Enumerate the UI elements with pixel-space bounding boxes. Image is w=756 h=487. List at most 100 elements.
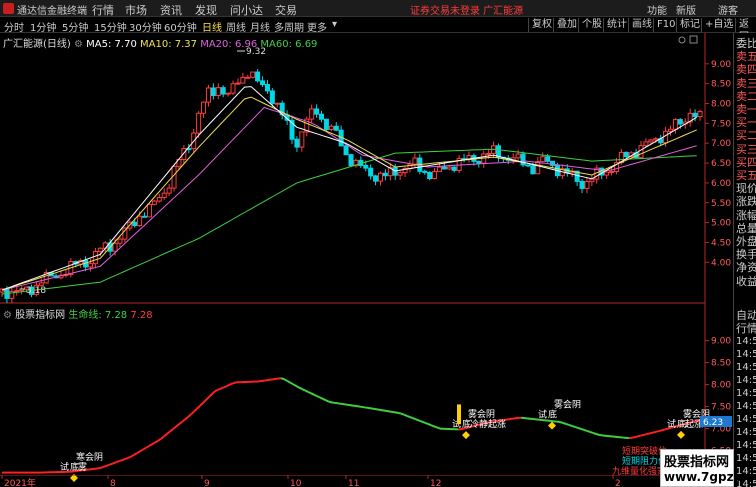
candle-body (269, 90, 275, 104)
new-version-link[interactable]: 新版 (676, 2, 696, 17)
life-line-segment (220, 386, 225, 390)
menu-discover[interactable]: 发现 (195, 2, 217, 18)
price-axis-label: 5.00 (711, 219, 731, 229)
life-line-segment (118, 459, 123, 463)
candle-body (540, 156, 546, 163)
life-line-segment (433, 425, 438, 429)
indicator-axis-label: 7.50 (711, 403, 731, 413)
adjust-price-button[interactable]: 复权 (528, 18, 552, 32)
menu-quotes[interactable]: 行情 (92, 2, 114, 18)
candle-body (643, 141, 649, 147)
period-tab[interactable]: 5分钟 (62, 19, 88, 34)
draw-line-button[interactable]: 画线 (628, 18, 652, 32)
life-line-segment (97, 466, 102, 470)
candle-body (584, 180, 590, 189)
back-button[interactable]: 返回 (735, 18, 756, 43)
app-logo-icon (3, 3, 14, 14)
signal-test: 试 (538, 409, 547, 421)
x-axis-ticks: 2021年 8 9 10 11 12 2 (1, 475, 621, 487)
overlay-button[interactable]: 叠加 (553, 18, 577, 32)
period-tab-more[interactable]: 更多 (307, 19, 327, 34)
watermark-url: www.7gpzb.com (664, 470, 756, 484)
life-line-segment (304, 389, 309, 393)
login-notice: 证券交易未登录 广汇能源 (410, 6, 524, 17)
quote-label: 委比 (736, 37, 756, 50)
life-line-segment (592, 431, 597, 435)
candle-body (407, 163, 413, 169)
stock-button[interactable]: 个股 (578, 18, 602, 32)
period-tab[interactable]: 多周期 (274, 19, 304, 34)
life-line-segment (106, 463, 111, 467)
menu-ask-xiaoda[interactable]: 问小达 (230, 2, 263, 18)
menu-market[interactable]: 市场 (125, 2, 147, 18)
candle-body (432, 171, 438, 180)
period-tab[interactable]: 1分钟 (30, 19, 56, 34)
period-tab[interactable]: 月线 (250, 19, 270, 34)
period-tab[interactable]: 分时 (4, 19, 24, 34)
candle-body (638, 145, 644, 159)
guest-account[interactable]: 游客 (718, 2, 738, 17)
pane-settings-icon[interactable]: ⚙ (3, 310, 12, 321)
period-tab[interactable]: 15分钟 (94, 19, 127, 34)
quote-label: 卖一 (736, 103, 756, 116)
menu-trade[interactable]: 交易 (275, 2, 297, 18)
candle-body (653, 138, 659, 141)
quote-label: 现价 (736, 182, 756, 196)
candle-body (274, 102, 280, 105)
life-line-segment (280, 377, 285, 381)
app-name: 通达信金融终端 (17, 6, 87, 17)
candle-body (486, 152, 492, 155)
signal-bar (457, 404, 461, 425)
indicator-axis-label: 9.00 (711, 337, 731, 347)
candle-body (545, 156, 551, 162)
candle-body (530, 165, 536, 175)
life-line-segment (571, 425, 576, 428)
stock-title: 广汇能源(日线) (3, 39, 71, 50)
trade-header[interactable]: 自动 (736, 309, 756, 322)
candle-body (132, 221, 138, 227)
chevron-down-icon[interactable]: ▾ (332, 19, 337, 30)
candle-body (328, 125, 334, 130)
life-line-value: 7.28 (104, 310, 128, 321)
life-line-segment (574, 426, 579, 429)
candle-body (235, 82, 241, 85)
period-tab-active[interactable]: 日线 (202, 19, 222, 34)
candle-body (377, 172, 383, 182)
function-link[interactable]: 功能 (647, 2, 667, 17)
life-line-segment (223, 385, 228, 389)
f10-button[interactable]: F10 (653, 18, 675, 32)
period-tab[interactable]: 周线 (226, 19, 246, 34)
candle-body (240, 76, 246, 84)
statistics-button[interactable]: 统计 (603, 18, 627, 32)
candle-body (245, 76, 251, 79)
pane-settings-icon[interactable]: ⚙ (74, 39, 83, 50)
candle-body (451, 166, 457, 171)
candle-body (422, 170, 428, 173)
life-line-segment (109, 462, 114, 466)
menu-news[interactable]: 资讯 (160, 2, 182, 18)
add-watchlist-button[interactable]: +自选 (701, 18, 733, 32)
candle-body (14, 290, 20, 293)
life-line-segment (124, 456, 129, 460)
indicator-chart[interactable]: 9.008.508.007.507.006.506.00 寒会阴试底雾雾会阴试底… (0, 305, 733, 487)
candle-body (225, 92, 231, 95)
life-line-value-2: 7.28 (130, 310, 153, 321)
price-chart[interactable]: 4.00 4.50 5.00 5.50 6.00 6.50 7.00 7.50 8.00 8.50… (0, 33, 733, 305)
candle-body (250, 71, 256, 78)
life-line-segment (646, 432, 651, 436)
life-line-segment (421, 420, 426, 424)
quote-label: 买二 (736, 129, 756, 143)
period-tab[interactable]: 60分钟 (164, 19, 197, 34)
quote-label: 买一 (736, 116, 756, 130)
trade-time: 14:5 (736, 362, 756, 373)
price-axis-label: 6.50 (711, 159, 731, 169)
mark-button[interactable]: 标记 (676, 18, 700, 32)
candle-body (648, 139, 654, 143)
life-line-segment (127, 455, 132, 459)
candle-body (220, 87, 226, 95)
candle-body (210, 87, 216, 96)
trade-header[interactable]: 行情 (736, 322, 756, 335)
period-tab[interactable]: 30分钟 (129, 19, 162, 34)
life-line-segment (577, 426, 582, 430)
candle-body (151, 200, 157, 205)
